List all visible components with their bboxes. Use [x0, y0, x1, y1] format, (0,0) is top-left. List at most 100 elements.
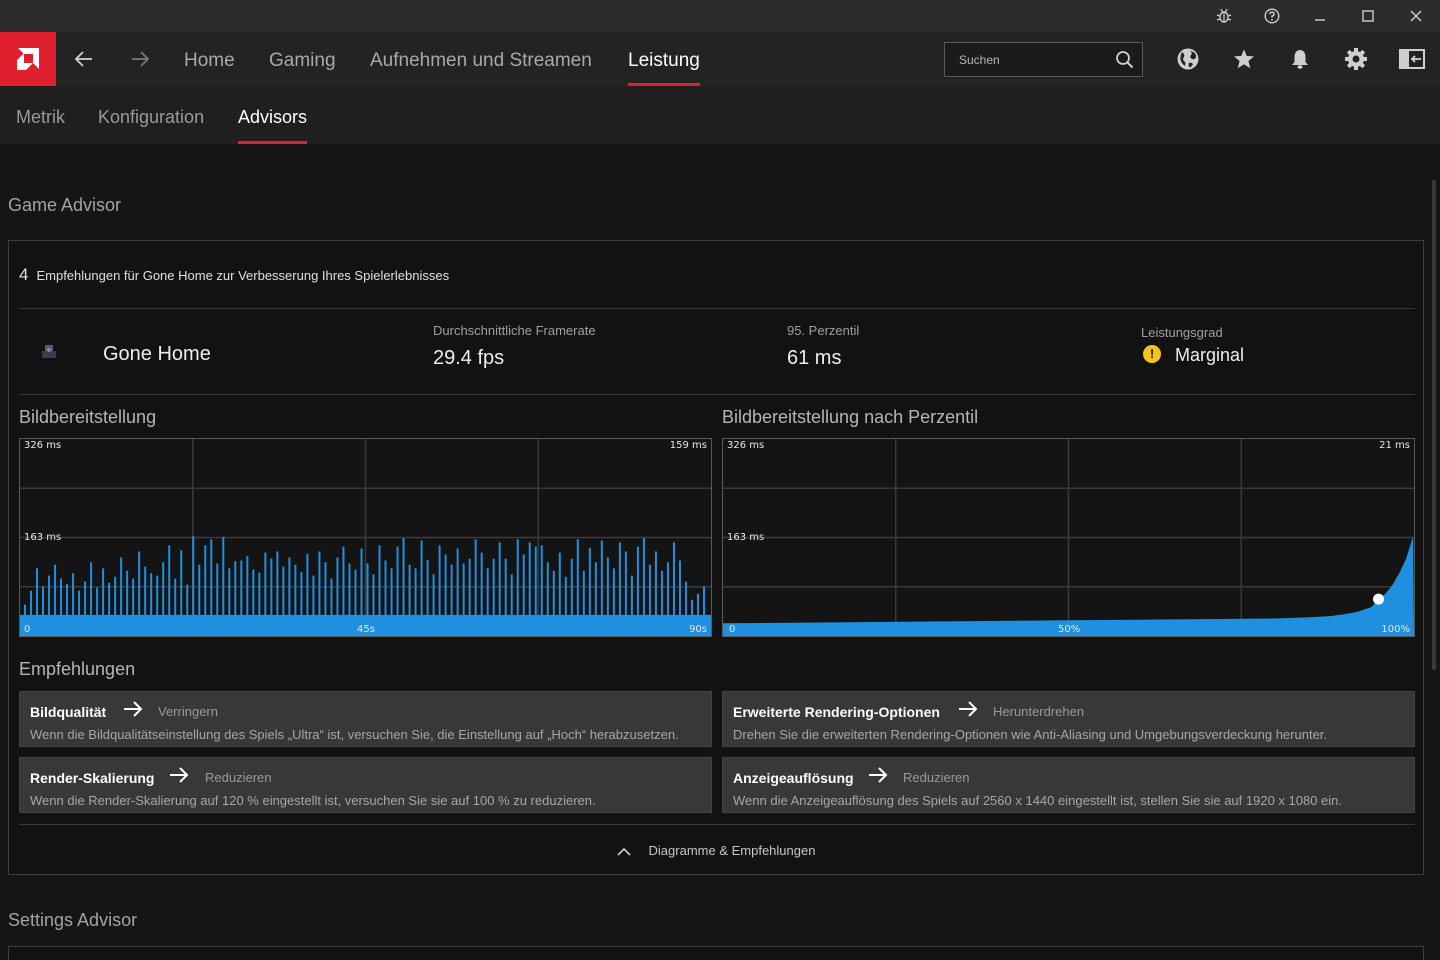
frame-time-bar — [540, 545, 543, 636]
tab-metrics[interactable]: Metrik — [16, 86, 65, 144]
maximize-icon[interactable] — [1344, 0, 1392, 32]
x-tick-mid: 45s — [357, 624, 375, 635]
advisor-headline-text: Empfehlungen für Gone Home zur Verbesser… — [36, 268, 450, 283]
frame-time-bar — [348, 563, 351, 636]
frame-time-bar — [546, 562, 549, 636]
nav-performance[interactable]: Leistung — [628, 32, 700, 86]
search-icon[interactable] — [1115, 50, 1134, 74]
frame-time-bar — [468, 558, 471, 636]
collapse-toggle[interactable]: Diagramme & Empfehlungen — [9, 843, 1423, 859]
tab-advisors-label: Advisors — [238, 107, 308, 127]
frame-time-bar — [294, 564, 297, 636]
globe-icon[interactable] — [1160, 32, 1216, 86]
advisor-headline: 4 Empfehlungen für Gone Home zur Verbesse… — [19, 265, 449, 285]
frame-time-bar — [678, 560, 681, 636]
settings-advisor-card — [8, 946, 1424, 960]
search-box[interactable] — [944, 42, 1143, 77]
frame-time-bar — [474, 539, 477, 636]
game-advisor-title: Game Advisor — [8, 195, 122, 215]
recommendation-card[interactable]: Render-Skalierung Reduzieren Wenn die Re… — [19, 757, 712, 813]
frame-time-bar — [240, 560, 243, 636]
frame-time-bar — [312, 575, 315, 636]
recommendation-action: Herunterdrehen — [993, 704, 1085, 719]
frame-time-bar — [72, 573, 75, 636]
x-tick-mid: 50% — [1058, 624, 1081, 635]
y-tick-mid: 163 ms — [727, 532, 765, 543]
arrow-right-icon — [122, 700, 144, 723]
percentile-label: 95. Perzentil — [787, 323, 860, 338]
frame-time-bar — [432, 574, 435, 636]
frame-time-bar — [672, 542, 675, 636]
close-icon[interactable] — [1392, 0, 1440, 32]
frame-time-bar — [528, 542, 531, 636]
help-icon[interactable] — [1248, 0, 1296, 32]
frame-time-bar — [588, 547, 591, 636]
frame-time-bar — [324, 562, 327, 636]
frame-time-bar — [264, 552, 267, 636]
recommendation-action: Reduzieren — [903, 770, 970, 785]
amd-logo[interactable] — [0, 32, 56, 86]
frame-time-bar — [342, 546, 345, 636]
frame-time-bar — [462, 563, 465, 636]
sidebar-icon[interactable] — [1384, 32, 1440, 86]
frame-time-bar — [636, 546, 639, 636]
frame-time-bar — [426, 559, 429, 636]
nav-home[interactable]: Home — [184, 32, 235, 86]
frame-time-bar — [594, 562, 597, 636]
bug-icon[interactable] — [1200, 0, 1248, 32]
star-icon[interactable] — [1216, 32, 1272, 86]
gear-icon[interactable] — [1328, 32, 1384, 86]
frame-time-bar — [138, 551, 141, 636]
tab-configuration[interactable]: Konfiguration — [98, 86, 204, 144]
frame-time-bar — [504, 558, 507, 636]
frame-time-bar — [516, 539, 519, 636]
frame-time-bar — [396, 546, 399, 636]
forward-arrow-icon[interactable] — [112, 32, 168, 86]
minimize-icon[interactable] — [1296, 0, 1344, 32]
frame-time-bar — [270, 558, 273, 636]
recommendation-card[interactable]: Anzeigeauflösung Reduzieren Wenn die Anz… — [722, 757, 1415, 813]
frame-time-bar — [174, 578, 177, 636]
nav-gaming[interactable]: Gaming — [269, 32, 336, 86]
x-tick-start: 0 — [729, 624, 736, 635]
sub-nav: Metrik Konfiguration Advisors — [0, 86, 1440, 144]
recommendation-name: Bildqualität — [30, 704, 107, 720]
recommendations-title: Empfehlungen — [19, 659, 136, 679]
arrow-right-icon — [957, 700, 979, 723]
frame-time-bar — [168, 545, 171, 636]
scrollbar[interactable] — [1432, 180, 1436, 670]
frame-time-bar — [180, 550, 183, 636]
bell-icon[interactable] — [1272, 32, 1328, 86]
frame-time-bar — [534, 546, 537, 636]
frame-time-bar — [246, 556, 249, 636]
frame-time-bar — [510, 574, 513, 636]
corner-value: 159 ms — [669, 440, 707, 451]
frame-time-bar — [90, 562, 93, 636]
frame-time-bar — [576, 539, 579, 636]
frame-time-bar — [378, 545, 381, 636]
frame-time-bar — [414, 568, 417, 636]
y-tick-top: 326 ms — [727, 440, 765, 451]
frame-time-bar — [102, 568, 105, 636]
frame-time-bar — [60, 578, 63, 636]
y-tick-top: 326 ms — [24, 440, 62, 451]
performance-level-value: Marginal — [1175, 345, 1245, 365]
tab-advisors[interactable]: Advisors — [238, 86, 308, 144]
frame-time-bar — [150, 573, 153, 636]
x-tick-end: 100% — [1381, 624, 1410, 635]
recommendation-description: Wenn die Bildqualitätseinstellung des Sp… — [30, 727, 679, 742]
frame-time-bar — [402, 538, 405, 636]
frame-time-bar — [300, 571, 303, 636]
chevron-up-icon — [616, 844, 631, 859]
back-arrow-icon[interactable] — [56, 32, 112, 86]
nav-record-stream[interactable]: Aufnehmen und Streamen — [370, 32, 592, 86]
frame-time-bar — [522, 554, 525, 636]
frame-time-bar — [114, 576, 117, 636]
recommendation-card[interactable]: Bildqualität Verringern Wenn die Bildqua… — [19, 691, 712, 747]
search-input[interactable] — [945, 43, 1105, 76]
frame-time-bar — [384, 560, 387, 636]
active-subtab-indicator — [238, 141, 308, 144]
recommendation-card[interactable]: Erweiterte Rendering-Optionen Herunterdr… — [722, 691, 1415, 747]
frame-time-bar — [642, 538, 645, 636]
frame-time-bar — [684, 581, 687, 636]
